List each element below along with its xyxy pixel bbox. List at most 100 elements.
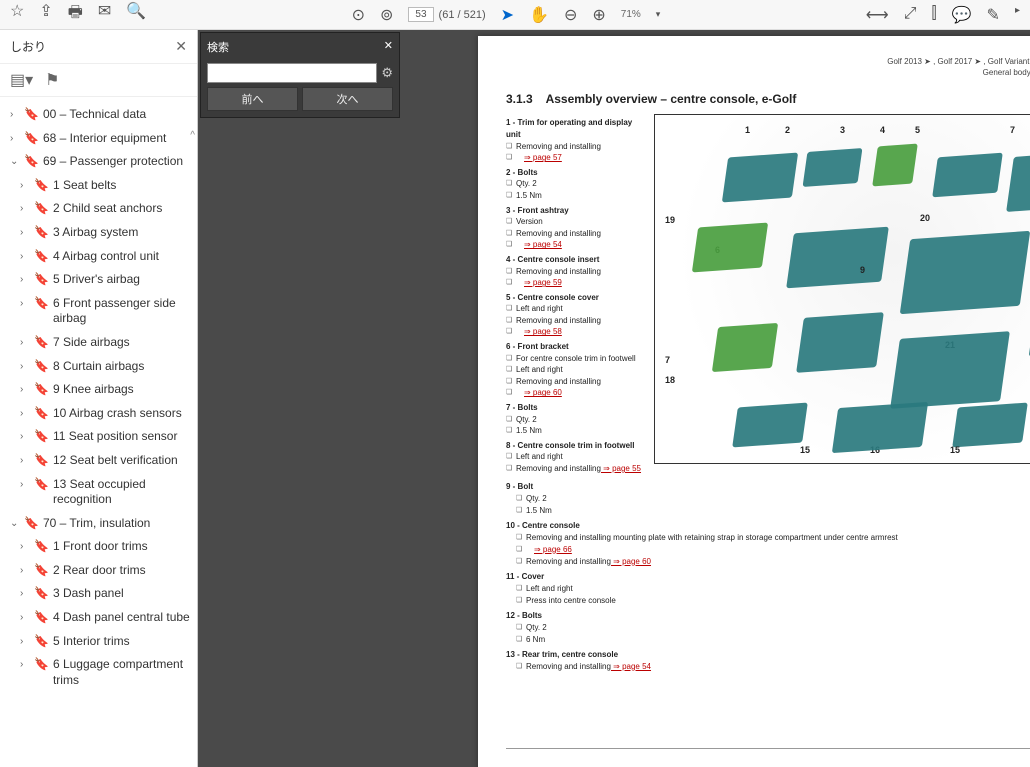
search-next-button[interactable]: 次へ	[302, 87, 393, 111]
chevron-icon[interactable]: ⌄	[10, 517, 20, 530]
chevron-icon[interactable]: ›	[20, 611, 30, 624]
chevron-icon[interactable]: ›	[10, 132, 20, 145]
chevron-icon[interactable]: ›	[20, 226, 30, 239]
mail-icon[interactable]: ✉	[98, 1, 111, 28]
parts-list-full: 9 - BoltQty. 21.5 Nm10 - Centre consoleR…	[506, 481, 1030, 673]
page-link[interactable]: ⇒ page 54	[524, 240, 562, 249]
outline-icon[interactable]: ▤▾	[10, 70, 33, 90]
scroll-icon[interactable]: ⫿	[932, 5, 937, 25]
tree-item[interactable]: ›🔖1 Seat belts	[8, 174, 193, 198]
search-icon[interactable]: 🔍	[126, 1, 146, 28]
page-link[interactable]: ⇒ page 60	[611, 557, 651, 566]
page-current[interactable]: 53	[408, 7, 433, 22]
page-link[interactable]: ⇒ page 55	[601, 464, 641, 473]
tree-item[interactable]: ›🔖3 Airbag system	[8, 221, 193, 245]
print-icon[interactable]: 🖶	[68, 1, 83, 28]
chevron-icon[interactable]: ›	[20, 383, 30, 396]
tree-item[interactable]: ›🔖1 Front door trims	[8, 535, 193, 559]
page-link[interactable]: ⇒ page 58	[524, 327, 562, 336]
page-link[interactable]: ⇒ page 60	[524, 388, 562, 397]
chevron-icon[interactable]: ›	[20, 179, 30, 192]
chevron-icon[interactable]: ›	[20, 540, 30, 553]
chevron-icon[interactable]: ›	[20, 430, 30, 443]
page-link[interactable]: ⇒ page 57	[524, 153, 562, 162]
tree-item[interactable]: ›🔖11 Seat position sensor	[8, 425, 193, 449]
page-up-icon[interactable]: ⊙	[352, 5, 365, 25]
tree-item[interactable]: ›🔖5 Driver's airbag	[8, 268, 193, 292]
page-link[interactable]: ⇒ page 66	[534, 545, 572, 554]
chevron-icon[interactable]: ›	[20, 336, 30, 349]
gear-icon[interactable]: ⚙	[381, 65, 393, 81]
part-item-head: 11 - Cover	[506, 571, 1030, 583]
content-area: 検索 ✕ ⚙ 前へ 次へ Golf 2013 ➤ , Golf 2017 ➤ ,…	[198, 30, 1030, 767]
part-item-sub: 1.5 Nm	[506, 425, 646, 437]
chevron-icon[interactable]: ›	[10, 108, 20, 121]
scroll-up-icon[interactable]: ^	[190, 130, 195, 141]
page-link[interactable]: ⇒ page 54	[611, 662, 651, 671]
page-link[interactable]: ⇒ page 59	[524, 278, 562, 287]
tree-item[interactable]: ⌄🔖70 – Trim, insulation	[8, 512, 193, 536]
chevron-icon[interactable]: ›	[20, 658, 30, 671]
diagram-label: 15	[950, 445, 960, 455]
tree-item[interactable]: ›🔖9 Knee airbags	[8, 378, 193, 402]
search-input[interactable]	[207, 63, 377, 83]
tree-label: 1 Front door trims	[53, 539, 191, 555]
chevron-down-icon[interactable]: ▾	[656, 9, 661, 20]
zoom-out-icon[interactable]: ⊖	[564, 5, 577, 25]
tree-item[interactable]: ›🔖4 Airbag control unit	[8, 245, 193, 269]
fit-width-icon[interactable]: ⟷	[866, 5, 889, 25]
chevron-icon[interactable]: ›	[20, 478, 30, 491]
part-item-head: 8 - Centre console trim in footwell	[506, 440, 646, 452]
page-down-icon[interactable]: ⊚	[380, 5, 393, 25]
chevron-icon[interactable]: ›	[20, 454, 30, 467]
sign-icon[interactable]: ✎	[987, 5, 1000, 25]
chevron-icon[interactable]: ›	[20, 297, 30, 310]
search-prev-button[interactable]: 前へ	[207, 87, 298, 111]
tree-item[interactable]: ›🔖13 Seat occupied recognition	[8, 473, 193, 512]
bookmark-icon: 🔖	[34, 634, 49, 650]
zoom-in-icon[interactable]: ⊕	[592, 5, 605, 25]
hand-icon[interactable]: ✋	[529, 5, 549, 25]
bookmark-icon: 🔖	[34, 272, 49, 288]
zoom-level[interactable]: 71%	[621, 9, 641, 20]
tree-label: 10 Airbag crash sensors	[53, 406, 191, 422]
chevron-icon[interactable]: ›	[20, 202, 30, 215]
chevron-icon[interactable]: ⌄	[10, 155, 20, 168]
tree-item[interactable]: ›🔖10 Airbag crash sensors	[8, 402, 193, 426]
chevron-icon[interactable]: ›	[20, 635, 30, 648]
tree-item[interactable]: ›🔖6 Front passenger side airbag	[8, 292, 193, 331]
tree-item[interactable]: ›🔖7 Side airbags	[8, 331, 193, 355]
page-header: Golf 2013 ➤ , Golf 2017 ➤ , Golf Variant…	[506, 56, 1030, 78]
chevron-icon[interactable]: ›	[20, 360, 30, 373]
diagram-part	[722, 153, 798, 203]
upload-icon[interactable]: ⇪	[39, 1, 52, 28]
ribbon-icon[interactable]: ⚑	[45, 70, 59, 90]
close-icon[interactable]: ✕	[175, 38, 187, 55]
chevron-icon[interactable]: ›	[20, 273, 30, 286]
chevron-icon[interactable]: ›	[20, 587, 30, 600]
tree-item[interactable]: ›🔖5 Interior trims	[8, 630, 193, 654]
chevron-icon[interactable]: ›	[20, 564, 30, 577]
tree-item[interactable]: ›🔖2 Child seat anchors	[8, 197, 193, 221]
bookmark-icon[interactable]: ☆	[10, 1, 24, 28]
tree-item[interactable]: ›🔖68 – Interior equipment	[8, 127, 193, 151]
pointer-icon[interactable]: ➤	[501, 5, 514, 25]
tree-item[interactable]: ›🔖8 Curtain airbags	[8, 355, 193, 379]
diagram-part	[692, 223, 768, 273]
close-icon[interactable]: ✕	[384, 39, 393, 52]
header-models: Golf 2013 ➤ , Golf 2017 ➤ , Golf Variant…	[506, 56, 1030, 67]
tree-item[interactable]: ›🔖12 Seat belt verification	[8, 449, 193, 473]
chevron-right-icon[interactable]: ▸	[1015, 5, 1020, 25]
tree-item[interactable]: ›🔖3 Dash panel	[8, 582, 193, 606]
tree-item[interactable]: ›🔖4 Dash panel central tube	[8, 606, 193, 630]
tree-item[interactable]: ›🔖2 Rear door trims	[8, 559, 193, 583]
part-item-sub: Removing and installing ⇒ page 54	[506, 661, 1030, 673]
tree-label: 1 Seat belts	[53, 178, 191, 194]
tree-item[interactable]: ⌄🔖69 – Passenger protection	[8, 150, 193, 174]
chevron-icon[interactable]: ›	[20, 407, 30, 420]
tree-item[interactable]: ›🔖6 Luggage compartment trims	[8, 653, 193, 692]
comment-icon[interactable]: 💬	[952, 5, 972, 25]
fit-page-icon[interactable]: ⤢	[904, 5, 917, 25]
chevron-icon[interactable]: ›	[20, 250, 30, 263]
tree-item[interactable]: ›🔖00 – Technical data	[8, 103, 193, 127]
